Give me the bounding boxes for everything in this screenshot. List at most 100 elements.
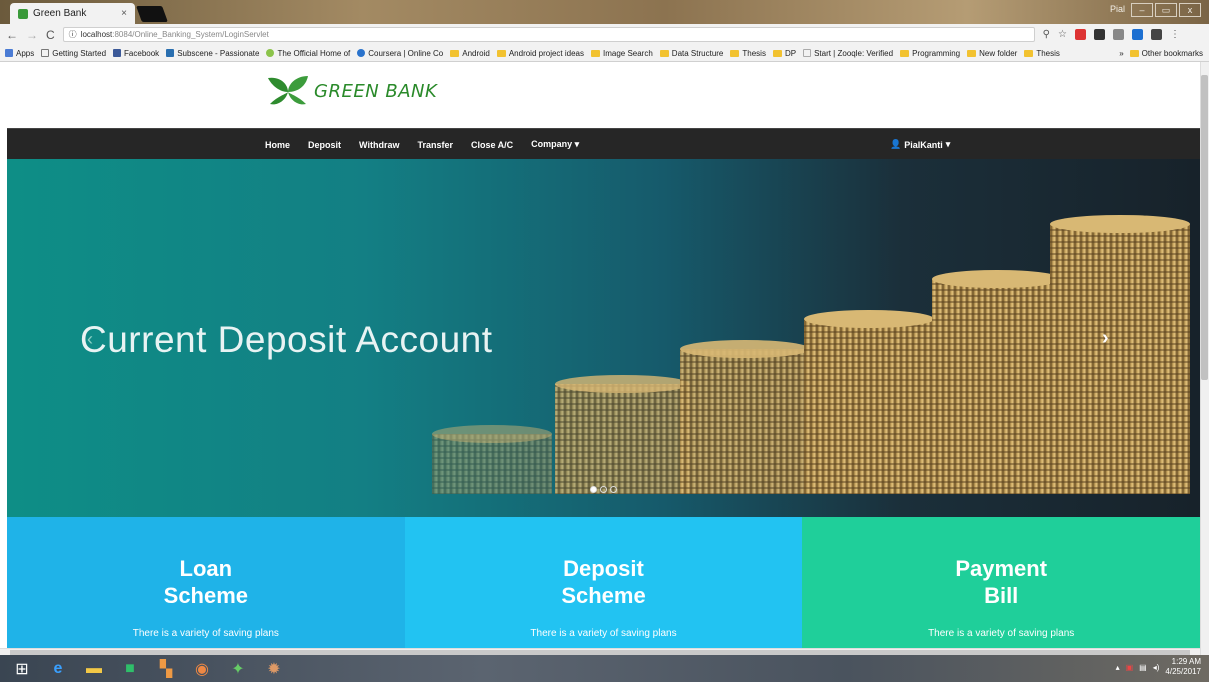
hero-carousel: Current Deposit Account ‹ › <box>7 159 1200 517</box>
card-title-line1: Deposit <box>563 556 644 581</box>
coin-stack <box>555 384 690 494</box>
coin-stack <box>932 279 1062 494</box>
carousel-prev-button[interactable]: ‹ <box>87 329 93 350</box>
other-bookmarks[interactable]: Other bookmarks <box>1129 49 1203 58</box>
coin-top <box>680 340 810 358</box>
carousel-next-button[interactable]: › <box>1102 327 1109 350</box>
store-icon[interactable]: ■ <box>116 657 144 680</box>
reload-icon[interactable]: C <box>46 28 55 42</box>
start-icon[interactable]: ⊞ <box>8 657 36 680</box>
nav-withdraw[interactable]: Withdraw <box>359 140 399 150</box>
windows-taskbar: ⊞ e ▬ ■ ▚ ◉ ✦ ✹ ▴ ▣ ▤ ◂) 1:29 AM 4/25/20… <box>0 655 1209 682</box>
slide-caption: Current Deposit Account <box>80 319 493 360</box>
bookmark-item[interactable]: Subscene - Passionate <box>166 49 259 58</box>
browser-tab[interactable]: Green Bank × <box>10 3 135 24</box>
url-input[interactable]: ⓘ localhost:8084/Online_Banking_System/L… <box>62 27 1035 42</box>
carousel-dot[interactable] <box>600 486 607 493</box>
info-icon[interactable]: ⓘ <box>69 29 77 40</box>
bookmark-folder[interactable]: Data Structure <box>659 49 723 58</box>
nav-company-dropdown[interactable]: Company ▾ <box>531 139 579 150</box>
menu-icon[interactable]: ⋮ <box>1170 29 1180 40</box>
bookmark-item[interactable]: Apps <box>5 49 34 58</box>
bookmark-item[interactable]: Coursera | Online Co <box>357 49 443 58</box>
tab-favicon-icon <box>18 8 28 19</box>
carousel-dot[interactable] <box>610 486 617 493</box>
tray-icon[interactable]: ▣ <box>1126 663 1134 672</box>
bookmark-item[interactable]: The Official Home of <box>266 49 350 58</box>
clock[interactable]: 1:29 AM 4/25/2017 <box>1165 657 1201 677</box>
app-icon[interactable]: ✦ <box>224 657 252 680</box>
star-icon[interactable]: ☆ <box>1058 29 1067 40</box>
bookmark-folder[interactable]: Image Search <box>590 49 653 58</box>
extension-icon[interactable] <box>1150 29 1162 40</box>
nav-deposit[interactable]: Deposit <box>308 140 341 150</box>
bookmark-folder[interactable]: Thesis <box>1024 49 1060 58</box>
volume-icon[interactable]: ◂) <box>1153 663 1160 672</box>
coin-stack <box>680 349 810 494</box>
file-explorer-icon[interactable]: ▬ <box>80 657 108 680</box>
nav-close-account[interactable]: Close A/C <box>471 140 513 150</box>
bookmark-item[interactable]: Start | Zooqle: Verified <box>803 49 893 58</box>
extension-icons: ⚲ ☆ ⋮ <box>1043 29 1180 40</box>
minimize-button[interactable]: – <box>1131 3 1153 17</box>
bookmark-folder[interactable]: Thesis <box>730 49 766 58</box>
network-icon[interactable]: ▤ <box>1139 663 1147 672</box>
user-icon: 👤 <box>890 139 902 149</box>
new-tab-button[interactable] <box>136 6 168 22</box>
vertical-scroll-thumb[interactable] <box>1201 75 1208 380</box>
tab-title: Green Bank <box>33 8 87 19</box>
carousel-indicators <box>590 486 617 493</box>
carousel-dot[interactable] <box>590 486 597 493</box>
close-window-button[interactable]: x <box>1179 3 1201 17</box>
bookmark-folder[interactable]: New folder <box>967 49 1017 58</box>
address-bar: ← → C ⓘ localhost:8084/Online_Banking_Sy… <box>0 24 1209 45</box>
site-logo[interactable]: GREEN BANK <box>266 74 437 108</box>
bookmark-item[interactable]: Getting Started <box>41 49 106 58</box>
card-title-line2: Scheme <box>561 583 646 608</box>
card-loan-scheme[interactable]: Loan Scheme There is a variety of saving… <box>7 517 405 655</box>
bookmarks-overflow: » Other bookmarks <box>1113 45 1203 61</box>
card-deposit-scheme[interactable]: Deposit Scheme There is a variety of sav… <box>404 517 803 655</box>
profile-badge[interactable]: Pial <box>1110 4 1125 14</box>
folder-icon <box>496 49 506 57</box>
app-icon[interactable]: ✹ <box>260 657 288 680</box>
bookmark-item[interactable]: Facebook <box>113 49 159 58</box>
tab-close-icon[interactable]: × <box>121 8 127 19</box>
back-icon[interactable]: ← <box>6 28 18 42</box>
extension-icon[interactable] <box>1112 29 1124 40</box>
folder-icon <box>772 49 782 57</box>
internet-explorer-icon[interactable]: e <box>44 657 72 680</box>
system-tray: ▴ ▣ ▤ ◂) 1:29 AM 4/25/2017 <box>1116 657 1201 677</box>
card-payment-bill[interactable]: Payment Bill There is a variety of savin… <box>802 517 1201 655</box>
subscene-icon <box>166 49 175 57</box>
chrome-icon[interactable]: ◉ <box>188 657 216 680</box>
bookmark-folder[interactable]: Android project ideas <box>496 49 584 58</box>
maximize-button[interactable]: ▭ <box>1155 3 1177 17</box>
user-menu[interactable]: 👤 PialKanti ▾ <box>890 129 950 160</box>
coin-top <box>932 270 1062 288</box>
horizontal-scrollbar[interactable] <box>0 648 1200 655</box>
feature-cards: Loan Scheme There is a variety of saving… <box>7 517 1201 655</box>
forward-icon[interactable]: → <box>26 28 38 42</box>
extension-icon[interactable] <box>1131 29 1143 40</box>
card-title-line2: Scheme <box>163 583 249 608</box>
key-icon[interactable]: ⚲ <box>1043 29 1050 40</box>
folder-icon <box>590 49 600 57</box>
folder-icon <box>1129 50 1139 57</box>
logo-text: GREEN BANK <box>314 80 438 102</box>
tray-icon[interactable]: ▴ <box>1116 663 1120 672</box>
extension-icon[interactable] <box>1093 29 1105 40</box>
card-title-line2: Bill <box>984 583 1019 608</box>
nav-transfer[interactable]: Transfer <box>417 140 453 150</box>
more-bookmarks-button[interactable]: » <box>1119 49 1123 58</box>
card-title-line1: Payment <box>955 556 1048 581</box>
app-icon[interactable]: ▚ <box>152 657 180 680</box>
bookmark-folder[interactable]: DP <box>772 49 796 58</box>
bookmark-folder[interactable]: Android <box>450 49 490 58</box>
folder-icon <box>730 49 740 57</box>
nav-home[interactable]: Home <box>265 140 290 150</box>
extension-icon[interactable] <box>1074 29 1086 40</box>
card-description: There is a variety of saving plans <box>132 628 279 639</box>
bookmark-folder[interactable]: Programming <box>900 49 960 58</box>
bookmarks-bar: Apps Getting Started Facebook Subscene -… <box>0 45 1209 62</box>
